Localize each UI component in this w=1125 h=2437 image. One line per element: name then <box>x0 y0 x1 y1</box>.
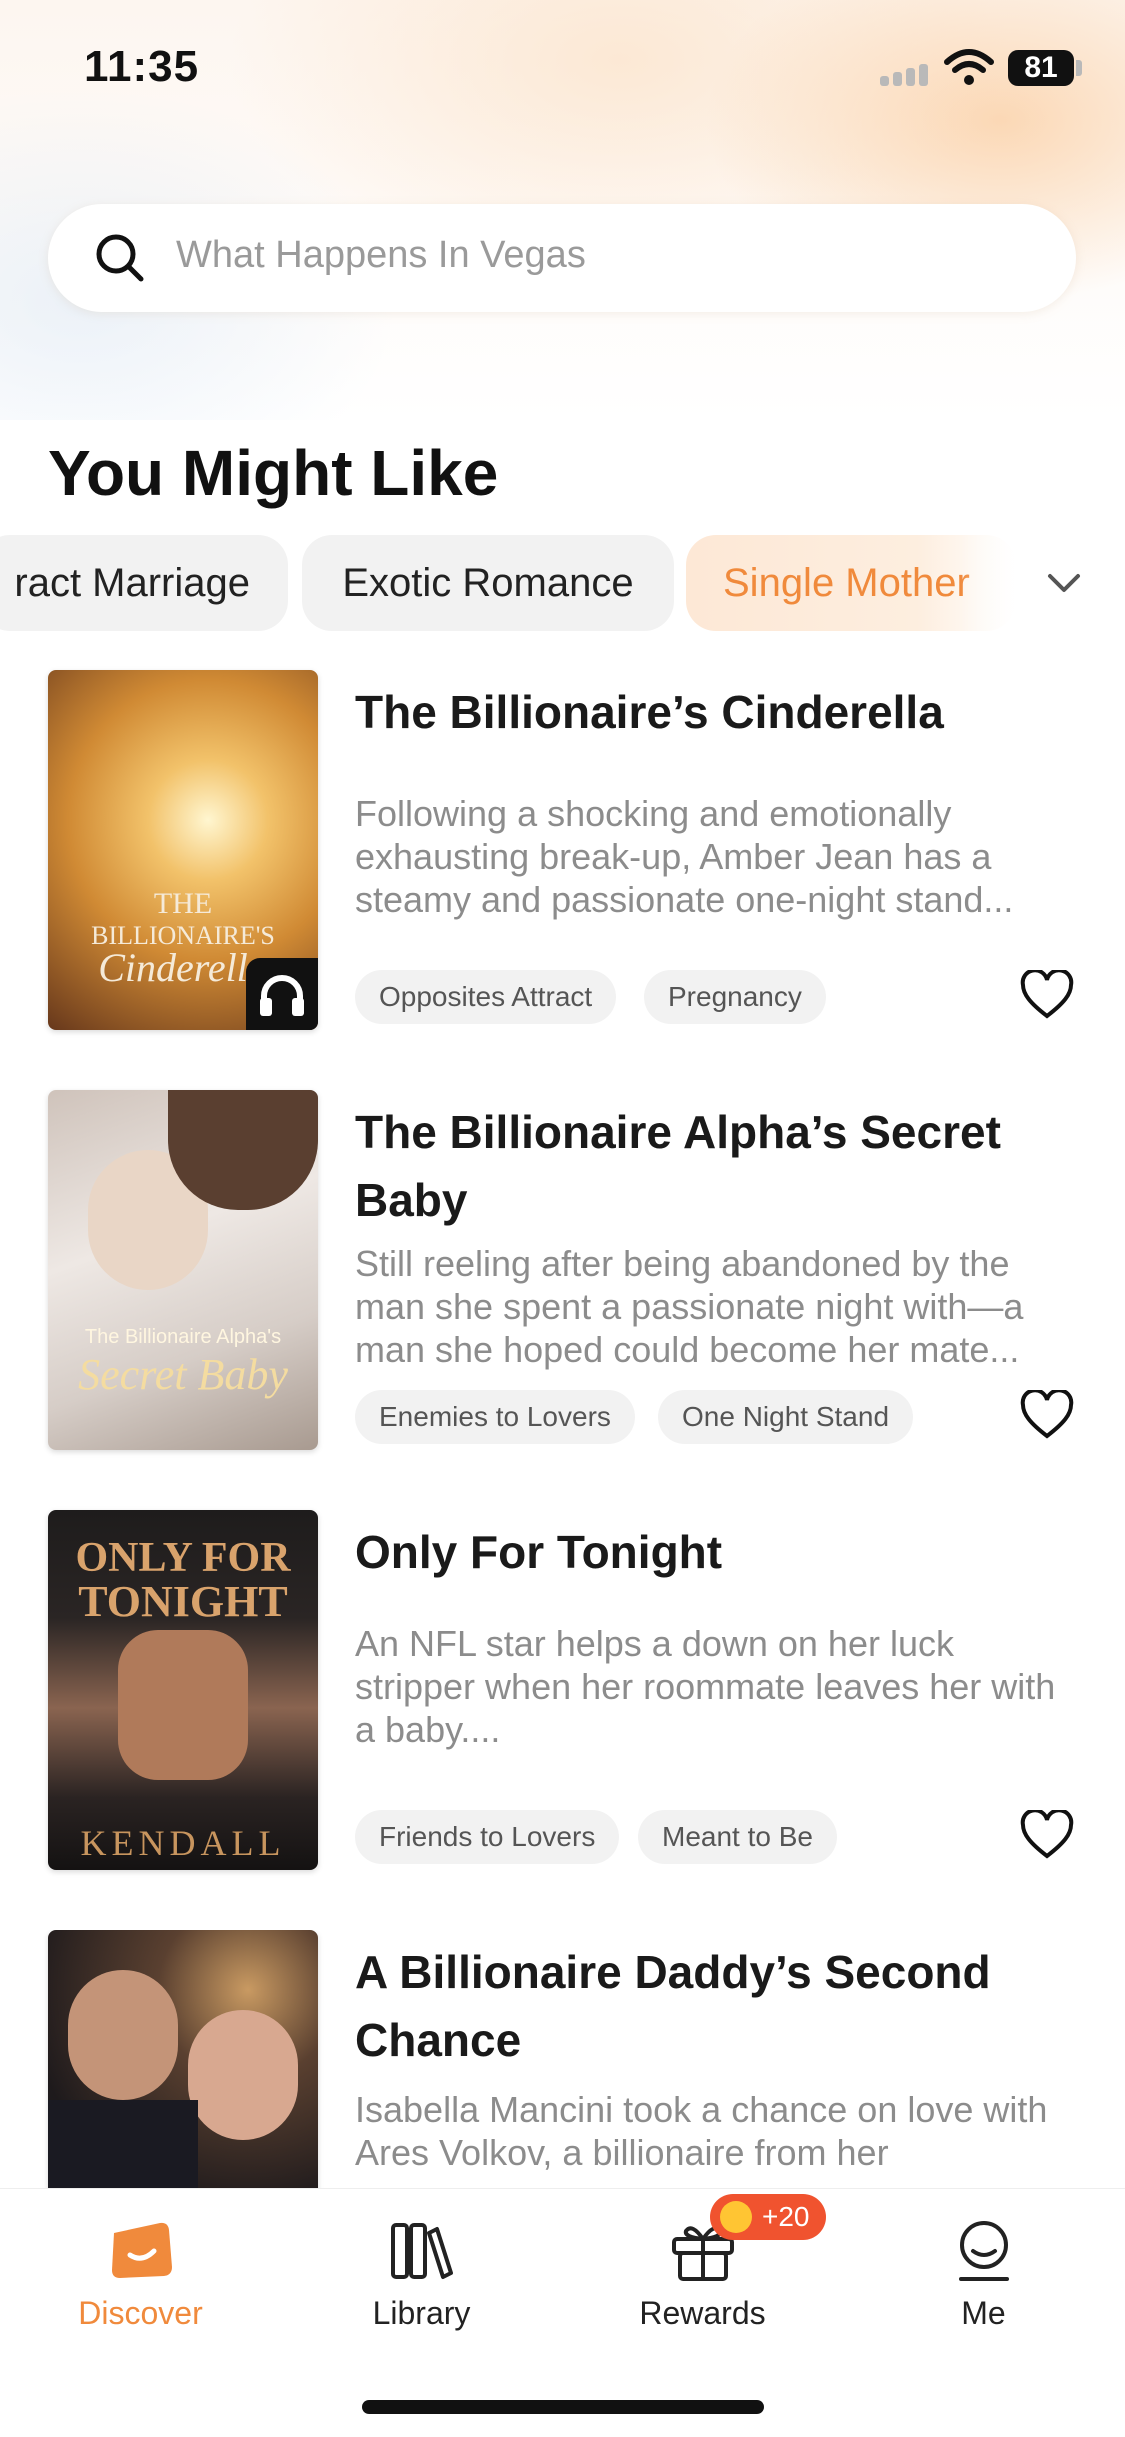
book-title: The Billionaire’s Cinderella <box>355 686 944 738</box>
profile-icon <box>959 2221 1009 2281</box>
category-chips: ract Marriage Exotic Romance Single Moth… <box>0 535 1125 635</box>
chevron-down-icon[interactable] <box>1044 566 1084 600</box>
search-placeholder: What Happens In Vegas <box>176 234 586 276</box>
book-cover[interactable]: ONLY FOR TONIGHT KENDALL <box>48 1510 318 1870</box>
battery-indicator: 81 <box>1008 50 1074 86</box>
status-time: 11:35 <box>84 42 200 91</box>
chip-fade <box>960 535 1040 631</box>
tab-discover[interactable]: Discover <box>0 2189 281 2349</box>
book-tag[interactable]: Friends to Lovers <box>355 1810 620 1864</box>
heart-icon[interactable] <box>1020 1810 1074 1860</box>
tab-label: Discover <box>78 2295 203 2331</box>
cellular-signal-icon <box>880 60 932 86</box>
wifi-icon <box>944 49 994 85</box>
cover-torso <box>118 1630 248 1780</box>
chip-exotic-romance[interactable]: Exotic Romance <box>302 535 674 631</box>
search-bar[interactable]: What Happens In Vegas <box>48 204 1076 312</box>
search-icon <box>96 234 144 282</box>
book-title: A Billionaire Daddy’s Second Chance <box>355 1946 991 2066</box>
book-description: Still reeling after being abandoned by t… <box>355 1243 1024 1370</box>
tab-label: Library <box>372 2295 471 2331</box>
book-title: Only For Tonight <box>355 1526 723 1578</box>
section-title: You Might Like <box>48 437 499 509</box>
book-title: The Billionaire Alpha’s Secret Baby <box>355 1106 1001 1226</box>
book-item[interactable]: A Billionaire Daddy’s Second Chance Isab… <box>0 1930 1125 2188</box>
tab-label: Me <box>961 2295 1006 2331</box>
book-tag[interactable]: Opposites Attract <box>355 970 617 1024</box>
heart-icon[interactable] <box>1020 1390 1074 1440</box>
book-tag[interactable]: One Night Stand <box>658 1390 914 1444</box>
heart-icon[interactable] <box>1020 970 1074 1020</box>
book-item[interactable]: THE BILLIONAIRE'S Cinderella The Billion… <box>0 670 1125 1050</box>
book-description: An NFL star helps a down on her luck str… <box>355 1623 1056 1750</box>
book-description: Isabella Mancini took a chance on love w… <box>355 2089 1048 2173</box>
cover-title: The Billionaire Alpha's Secret Baby <box>78 1326 288 1399</box>
book-description: Following a shocking and emotionally exh… <box>355 793 1014 920</box>
chip-contract-marriage[interactable]: ract Marriage <box>0 535 288 631</box>
coin-icon <box>720 2201 752 2233</box>
status-bar: 11:35 81 <box>0 0 1125 140</box>
discover-icon <box>112 2222 172 2278</box>
library-icon <box>391 2223 453 2279</box>
headphones-icon <box>260 975 304 1016</box>
book-cover[interactable]: The Billionaire Alpha's Secret Baby <box>48 1090 318 1450</box>
cover-figure <box>68 1970 178 2100</box>
cover-author: KENDALL <box>80 1823 286 1863</box>
tab-me[interactable]: Me <box>843 2189 1124 2349</box>
cover-figure <box>48 2100 198 2188</box>
book-tag[interactable]: Meant to Be <box>638 1810 837 1864</box>
tab-library[interactable]: Library <box>281 2189 562 2349</box>
book-cover[interactable]: THE BILLIONAIRE'S Cinderella <box>48 670 318 1030</box>
book-cover[interactable] <box>48 1930 318 2188</box>
cover-figure <box>188 2010 298 2140</box>
book-tag[interactable]: Pregnancy <box>644 970 826 1024</box>
tab-label: Rewards <box>639 2295 766 2331</box>
cover-figure <box>168 1090 318 1210</box>
book-item[interactable]: ONLY FOR TONIGHT KENDALL Only For Tonigh… <box>0 1510 1125 1890</box>
battery-tip <box>1076 60 1082 76</box>
book-tag[interactable]: Enemies to Lovers <box>355 1390 635 1444</box>
book-item[interactable]: The Billionaire Alpha's Secret Baby The … <box>0 1090 1125 1470</box>
rewards-badge: +20 <box>710 2194 826 2240</box>
audio-badge <box>246 958 318 1030</box>
cover-title: ONLY FOR TONIGHT <box>75 1535 291 1626</box>
home-indicator <box>362 2400 764 2414</box>
